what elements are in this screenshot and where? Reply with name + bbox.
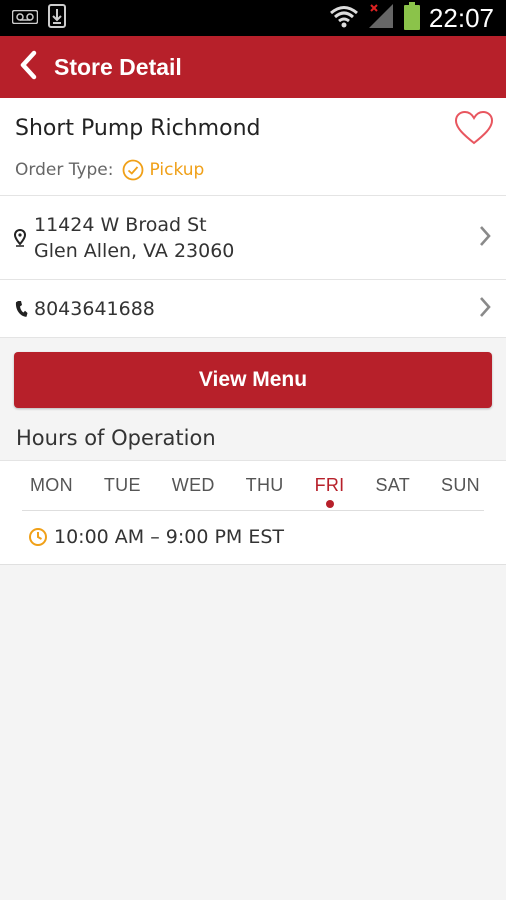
clock-icon	[28, 527, 48, 547]
order-type-value: Pickup	[149, 160, 205, 180]
battery-icon	[403, 2, 421, 34]
store-header: Short Pump Richmond Order Type: Pickup	[0, 98, 506, 196]
hours-detail: 10:00 AM – 9:00 PM EST	[22, 511, 484, 563]
map-pin-icon	[14, 228, 34, 247]
phone-number: 8043641688	[34, 297, 155, 320]
store-card: Short Pump Richmond Order Type: Pickup 1…	[0, 98, 506, 338]
view-menu-button[interactable]: View Menu	[14, 352, 492, 408]
heart-icon	[454, 110, 494, 150]
app-bar: Store Detail	[0, 36, 506, 98]
download-icon	[48, 4, 66, 32]
store-name: Short Pump Richmond	[15, 116, 261, 141]
address-line1: 11424 W Broad St	[34, 213, 207, 236]
favorite-button[interactable]	[454, 110, 494, 150]
tab-fri[interactable]: FRI	[315, 475, 345, 496]
status-bar: 22:07	[0, 0, 506, 36]
page-title: Store Detail	[54, 53, 182, 80]
address-line2: Glen Allen, VA 23060	[34, 239, 235, 262]
phone-row[interactable]: 8043641688	[0, 280, 506, 338]
tab-sun[interactable]: SUN	[441, 475, 480, 496]
view-menu-wrap: View Menu	[0, 338, 506, 408]
hours-card: MON TUE WED THU FRI SAT SUN 10:00 AM – 9…	[0, 460, 506, 565]
order-type: Order Type: Pickup	[15, 159, 490, 181]
tab-sat[interactable]: SAT	[375, 475, 410, 496]
clock-time: 22:07	[428, 2, 494, 33]
back-button[interactable]	[18, 50, 38, 84]
tab-tue[interactable]: TUE	[104, 475, 141, 496]
tab-wed[interactable]: WED	[172, 475, 215, 496]
chevron-right-icon	[478, 295, 492, 323]
phone-icon	[14, 300, 34, 318]
chevron-left-icon	[18, 50, 38, 84]
voicemail-icon	[11, 9, 39, 28]
signal-icon	[367, 2, 395, 34]
tab-thu[interactable]: THU	[246, 475, 284, 496]
hours-title: Hours of Operation	[16, 426, 216, 450]
chevron-right-icon	[478, 224, 492, 252]
order-type-label: Order Type:	[15, 160, 114, 180]
wifi-icon	[329, 4, 359, 32]
check-circle-icon	[122, 159, 144, 181]
day-tabs: MON TUE WED THU FRI SAT SUN	[22, 461, 484, 511]
address-row[interactable]: 11424 W Broad St Glen Allen, VA 23060	[0, 196, 506, 280]
hours-text: 10:00 AM – 9:00 PM EST	[54, 526, 285, 548]
tab-mon[interactable]: MON	[30, 475, 73, 496]
